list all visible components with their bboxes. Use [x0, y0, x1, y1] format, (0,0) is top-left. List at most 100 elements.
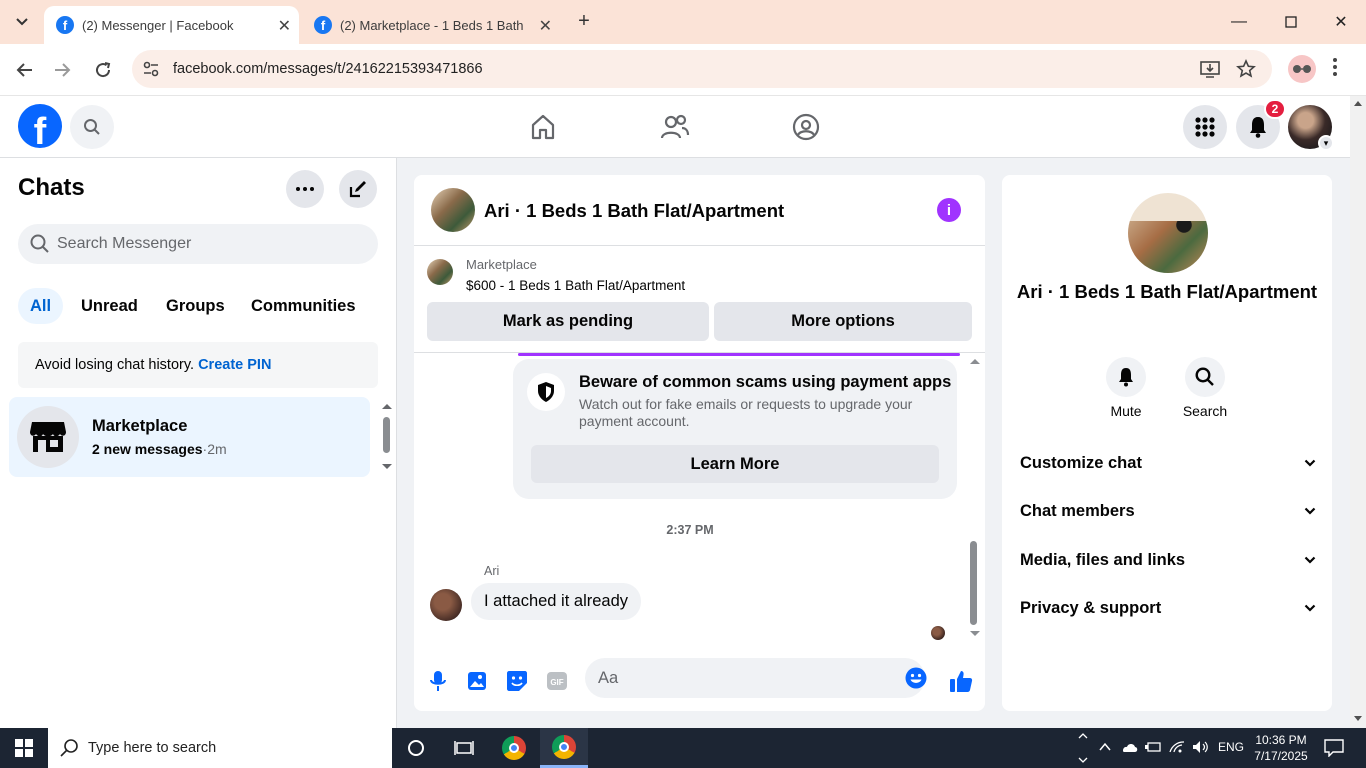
new-message-button[interactable] — [339, 170, 377, 208]
chevron-down-icon — [16, 18, 28, 26]
section-privacy-support[interactable]: Privacy & support — [1020, 599, 1316, 625]
filter-groups[interactable]: Groups — [154, 288, 237, 324]
marketplace-label: Marketplace — [466, 257, 537, 272]
chat-list-item-marketplace[interactable]: Marketplace 2 new messages·2m — [9, 397, 370, 477]
nav-groups[interactable] — [789, 110, 823, 144]
maximize-button[interactable] — [1266, 0, 1316, 44]
mark-as-pending-button[interactable]: Mark as pending — [427, 302, 709, 341]
chat-options-button[interactable] — [286, 170, 324, 208]
section-customize-chat[interactable]: Customize chat — [1020, 454, 1316, 480]
thumbs-up-icon — [950, 671, 973, 692]
mute-button[interactable]: Mute — [1096, 357, 1156, 419]
start-button[interactable] — [0, 728, 48, 768]
sidebar-scrollbar[interactable] — [383, 417, 390, 453]
minimize-button[interactable]: — — [1214, 0, 1264, 44]
scroll-up-arrow-icon[interactable] — [1353, 100, 1363, 107]
tab-search-dropdown[interactable] — [8, 8, 36, 36]
send-like-button[interactable] — [948, 668, 974, 694]
page-scrollbar[interactable] — [1350, 96, 1366, 728]
scroll-up-arrow-icon[interactable] — [381, 402, 393, 410]
site-info-icon[interactable] — [142, 60, 160, 78]
search-messenger-input[interactable]: Search Messenger — [18, 224, 378, 264]
info-icon[interactable]: i — [937, 198, 961, 222]
scroll-down-arrow-icon[interactable] — [1353, 715, 1363, 722]
learn-more-button[interactable]: Learn More — [531, 445, 939, 483]
scroll-down-arrow-icon[interactable] — [969, 630, 981, 638]
browser-toolbar: facebook.com/messages/t/2416221539347186… — [0, 44, 1366, 96]
sticker-button[interactable] — [504, 668, 530, 694]
back-button[interactable] — [10, 56, 38, 84]
chrome-taskbar-icon[interactable] — [490, 728, 538, 768]
more-options-button[interactable]: More options — [714, 302, 972, 341]
browser-menu-icon[interactable] — [1333, 58, 1337, 76]
filter-unread[interactable]: Unread — [69, 288, 150, 324]
chats-sidebar: Chats Search Messenger All Unread Groups… — [0, 158, 397, 728]
voice-clip-button[interactable] — [425, 668, 451, 694]
close-window-button[interactable]: ✕ — [1316, 0, 1366, 44]
chrome-taskbar-icon-active[interactable] — [540, 728, 588, 768]
facebook-logo[interactable]: f — [18, 104, 62, 148]
cortana-circle-icon — [408, 740, 424, 756]
gif-button[interactable]: GIF — [544, 668, 570, 694]
close-tab-icon[interactable]: ✕ — [278, 16, 291, 36]
nav-friends[interactable] — [658, 110, 692, 144]
create-pin-notice: Avoid losing chat history. Create PIN — [18, 342, 378, 388]
conversation-title[interactable]: Ari · 1 Beds 1 Bath Flat/Apartment — [484, 200, 784, 222]
conversation-avatar[interactable] — [431, 188, 475, 232]
message-input[interactable]: Aa — [585, 658, 927, 698]
scroll-up-arrow-icon[interactable] — [969, 357, 981, 365]
message-bubble[interactable]: I attached it already — [471, 583, 642, 620]
scroll-down-arrow-icon[interactable] — [381, 463, 393, 471]
taskbar-clock[interactable]: 10:36 PM 7/17/2025 — [1246, 732, 1316, 764]
emoji-icon[interactable] — [905, 667, 927, 689]
section-media-files-links[interactable]: Media, files and links — [1020, 551, 1316, 577]
install-app-icon[interactable] — [1200, 60, 1220, 78]
task-view-button[interactable] — [440, 728, 488, 768]
facebook-header: f — [0, 96, 1350, 158]
show-hidden-icons-chevron-icon[interactable] — [1098, 740, 1112, 754]
chevron-down-icon — [1304, 507, 1316, 515]
forward-button[interactable] — [49, 56, 77, 84]
reload-button[interactable] — [89, 56, 117, 84]
taskbar-search-box[interactable]: Type here to search — [48, 728, 392, 768]
taskbar-scroll-arrows-icon[interactable] — [1078, 731, 1088, 765]
chat-info-avatar[interactable] — [1128, 193, 1208, 273]
windows-logo-icon — [15, 739, 33, 757]
new-tab-button[interactable]: + — [572, 10, 596, 34]
gif-icon: GIF — [547, 672, 567, 690]
notifications-center-icon[interactable] — [1324, 739, 1344, 757]
notification-badge: 2 — [1264, 99, 1286, 119]
sender-avatar[interactable] — [430, 589, 462, 621]
chevron-down-icon — [1304, 459, 1316, 467]
input-language[interactable]: ENG — [1218, 740, 1244, 754]
conversation-panel: Ari · 1 Beds 1 Bath Flat/Apartment i Mar… — [414, 175, 985, 711]
message-composer: GIF Aa — [414, 655, 985, 711]
address-bar[interactable]: facebook.com/messages/t/2416221539347186… — [132, 50, 1272, 88]
section-chat-members[interactable]: Chat members — [1020, 502, 1316, 528]
nav-home[interactable] — [526, 110, 560, 144]
tab-messenger[interactable]: f (2) Messenger | Facebook ✕ — [44, 6, 299, 44]
filter-all[interactable]: All — [18, 288, 64, 324]
close-tab-icon[interactable]: ✕ — [539, 16, 552, 36]
search-in-conversation-button[interactable]: Search — [1175, 357, 1235, 419]
cortana-button[interactable] — [392, 728, 440, 768]
svg-text:GIF: GIF — [550, 678, 563, 687]
attach-photo-button[interactable] — [464, 668, 490, 694]
battery-icon[interactable] — [1144, 740, 1162, 754]
compose-icon — [349, 181, 366, 198]
tab-marketplace[interactable]: f (2) Marketplace - 1 Beds 1 Bath ✕ — [302, 6, 560, 44]
bookmark-star-icon[interactable] — [1236, 59, 1256, 79]
facebook-search-button[interactable] — [70, 105, 114, 149]
sticker-icon — [507, 671, 527, 691]
listing-title[interactable]: $600 - 1 Beds 1 Bath Flat/Apartment — [466, 278, 685, 293]
volume-icon[interactable] — [1192, 740, 1210, 754]
create-pin-link[interactable]: Create PIN — [198, 357, 271, 373]
listing-thumbnail[interactable] — [427, 259, 453, 285]
browser-profile-avatar[interactable] — [1288, 55, 1316, 83]
wifi-icon[interactable] — [1168, 740, 1186, 754]
account-menu-chevron-icon[interactable]: ▾ — [1318, 135, 1334, 151]
filter-communities[interactable]: Communities — [239, 288, 368, 324]
menu-button[interactable] — [1183, 105, 1227, 149]
conversation-scrollbar[interactable] — [970, 541, 977, 625]
onedrive-cloud-icon[interactable] — [1120, 740, 1138, 754]
